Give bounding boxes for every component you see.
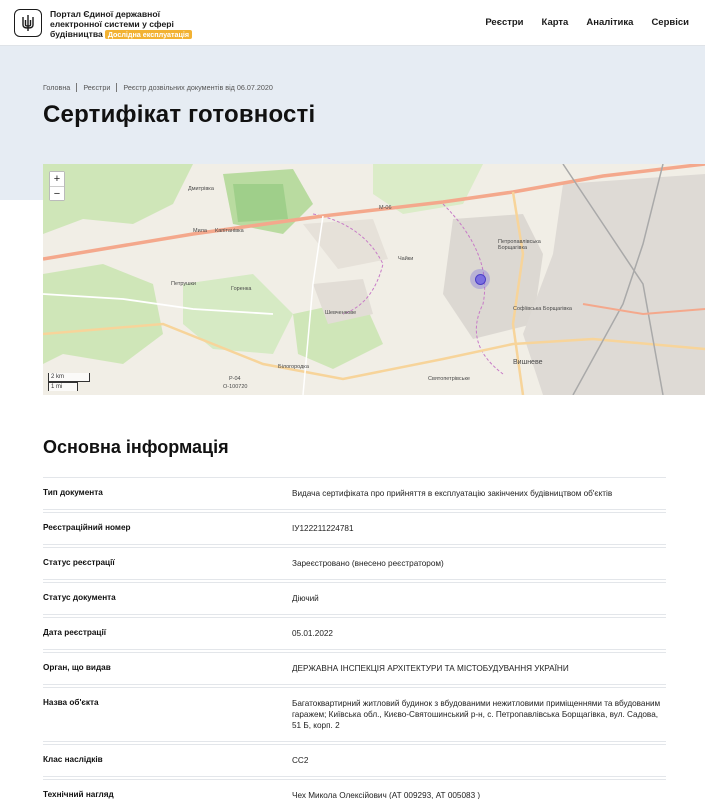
row-value: ДЕРЖАВНА ІНСПЕКЦІЯ АРХІТЕКТУРИ ТА МІСТОБ…	[292, 664, 569, 673]
map-label: Петропавлівська Борщагівка	[498, 239, 541, 251]
row-key: Статус реєстрації	[43, 558, 115, 567]
map-label: Вишневе	[513, 359, 543, 366]
map-label: О-100720	[223, 384, 248, 390]
table-row: Реєстраційний номер ІУ122211224781	[43, 512, 666, 545]
table-row: Статус документа Діючий	[43, 582, 666, 615]
table-row: Клас наслідків СС2	[43, 744, 666, 777]
scale-km: 2 km	[48, 373, 90, 382]
row-key: Орган, що видав	[43, 663, 111, 672]
map-scale: 2 km 1 mi	[48, 373, 90, 391]
table-row: Тип документа Видача сертифіката про прий…	[43, 477, 666, 510]
info-table: Тип документа Видача сертифіката про прий…	[43, 477, 666, 799]
row-value: Зареєстровано (внесено реєстратором)	[292, 559, 444, 568]
map-label: Дмитрівка	[188, 186, 214, 192]
map-zoom-control: + −	[49, 171, 65, 201]
trident-logo-icon[interactable]	[14, 9, 42, 37]
row-key: Назва об'єкта	[43, 698, 99, 707]
breadcrumb-separator	[116, 83, 118, 92]
table-row: Орган, що видав ДЕРЖАВНА ІНСПЕКЦІЯ АРХІТЕ…	[43, 652, 666, 685]
table-row: Назва об'єкта Багатоквартирний житловий б…	[43, 687, 666, 742]
map-label: Святопетрівське	[428, 376, 470, 382]
row-key: Реєстраційний номер	[43, 523, 131, 532]
nav-registries[interactable]: Реєстри	[485, 17, 523, 28]
beta-badge: Дослідна експлуатація	[104, 30, 193, 39]
breadcrumb-home[interactable]: Головна	[43, 83, 70, 92]
brand-line: будівництва	[50, 29, 103, 39]
scale-mi: 1 mi	[48, 382, 78, 391]
row-value: Чех Микола Олексійович (АТ 009293, АТ 00…	[292, 791, 481, 799]
brand-line: Портал Єдиної державної	[50, 9, 160, 19]
breadcrumb-current: Реєстр дозвільних документів від 06.07.2…	[123, 83, 273, 92]
row-key: Тип документа	[43, 488, 103, 497]
page-title: Сертифікат готовності	[43, 101, 316, 128]
row-value: СС2	[292, 756, 309, 765]
section-title: Основна інформація	[43, 437, 229, 457]
row-value: Видача сертифіката про прийняття в експл…	[292, 489, 613, 498]
map-label: Чайки	[398, 256, 414, 262]
row-key: Дата реєстрації	[43, 628, 107, 637]
map-label: Р-04	[229, 376, 241, 382]
row-key: Статус документа	[43, 593, 116, 602]
table-row: Дата реєстрації 05.01.2022	[43, 617, 666, 650]
zoom-out-button[interactable]: −	[50, 186, 64, 200]
row-key: Клас наслідків	[43, 755, 103, 764]
nav-services[interactable]: Сервіси	[651, 17, 689, 28]
main-nav: Реєстри Карта Аналітика Сервіси	[485, 17, 689, 28]
breadcrumb-separator	[76, 83, 78, 92]
map-label: Білогородка	[278, 364, 309, 370]
row-value: ІУ122211224781	[292, 524, 354, 533]
table-row: Статус реєстрації Зареєстровано (внесено …	[43, 547, 666, 580]
table-row: Технічний нагляд Чех Микола Олексійович (…	[43, 779, 666, 799]
map-label: Софіївська Борщагівка	[513, 306, 572, 312]
breadcrumb-registries[interactable]: Реєстри	[83, 83, 110, 92]
row-value: 05.01.2022	[292, 629, 333, 638]
row-key: Технічний нагляд	[43, 790, 114, 799]
map-label: Капітанівка	[215, 228, 244, 234]
map-label: Петрушки	[171, 281, 196, 287]
location-map[interactable]: Дмитрівка Мила Капітанівка Петрушки Горе…	[43, 164, 705, 395]
zoom-in-button[interactable]: +	[50, 172, 64, 186]
row-value: Багатоквартирний житловий будинок з вбуд…	[292, 699, 661, 730]
site-header: Портал Єдиної державної електронної сист…	[0, 0, 705, 46]
nav-map[interactable]: Карта	[542, 17, 569, 28]
nav-analytics[interactable]: Аналітика	[586, 17, 633, 28]
breadcrumb: Головна Реєстри Реєстр дозвільних докуме…	[43, 83, 273, 92]
map-label: Горенка	[231, 286, 252, 292]
map-label: Шевченкове	[325, 310, 357, 316]
brand-line: електронної системи у сфері	[50, 19, 174, 29]
map-tiles	[43, 164, 705, 395]
map-label: М-06	[379, 205, 392, 211]
location-marker-icon[interactable]	[470, 269, 490, 289]
map-label: Мила	[193, 228, 207, 234]
portal-brand[interactable]: Портал Єдиної державної електронної сист…	[50, 9, 200, 39]
row-value: Діючий	[292, 594, 319, 603]
